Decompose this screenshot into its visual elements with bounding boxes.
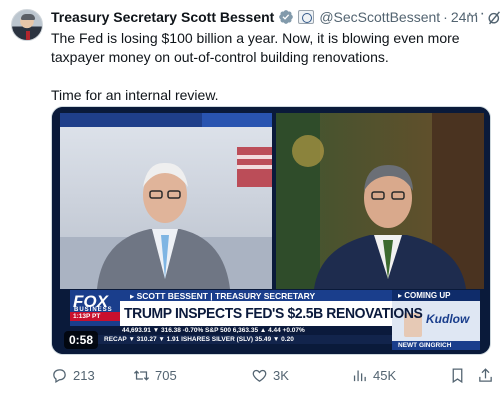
views-icon <box>353 370 366 381</box>
like-button[interactable]: 3K <box>251 366 289 384</box>
like-count: 3K <box>273 367 289 383</box>
reply-button[interactable]: 213 <box>51 366 95 384</box>
author-name[interactable]: Treasury Secretary Scott Bessent <box>51 9 274 25</box>
tweet-text: The Fed is losing $100 billion a year. N… <box>51 29 481 105</box>
grok-icon[interactable] <box>486 9 500 26</box>
share-button[interactable] <box>477 366 494 384</box>
reply-icon <box>53 368 66 383</box>
author-handle[interactable]: @SecScottBessent <box>319 9 440 25</box>
flag-badge-icon[interactable] <box>298 10 315 24</box>
video-player[interactable]: FOX BUSINESS 1:13P PT ▸ SCOTT BESSENT | … <box>51 106 491 355</box>
tweet-text-line2: Time for an internal review. <box>51 87 219 103</box>
separator-dot: · <box>443 9 448 25</box>
more-icon[interactable]: ··· <box>467 6 486 22</box>
views-button[interactable]: 45K <box>351 366 396 384</box>
repost-icon <box>133 369 150 381</box>
like-icon <box>252 369 267 382</box>
repost-button[interactable]: 705 <box>133 366 177 384</box>
bookmark-button[interactable] <box>449 366 466 384</box>
action-bar: 213 705 3K 45K <box>51 366 494 384</box>
avatar-hair <box>21 14 35 20</box>
repost-count: 705 <box>155 367 177 383</box>
video-duration: 0:58 <box>64 331 99 349</box>
share-icon <box>479 367 492 382</box>
reply-count: 213 <box>73 367 95 383</box>
tweet-header: Treasury Secretary Scott Bessent @SecSco… <box>51 8 500 26</box>
bookmark-icon <box>452 367 463 383</box>
avatar-tie <box>26 31 30 40</box>
tweet-text-line1: The Fed is losing $100 billion a year. N… <box>51 30 460 65</box>
verified-badge-icon <box>279 10 294 24</box>
views-count: 45K <box>373 367 397 383</box>
video-frame <box>52 107 490 354</box>
author-avatar[interactable] <box>11 9 43 41</box>
